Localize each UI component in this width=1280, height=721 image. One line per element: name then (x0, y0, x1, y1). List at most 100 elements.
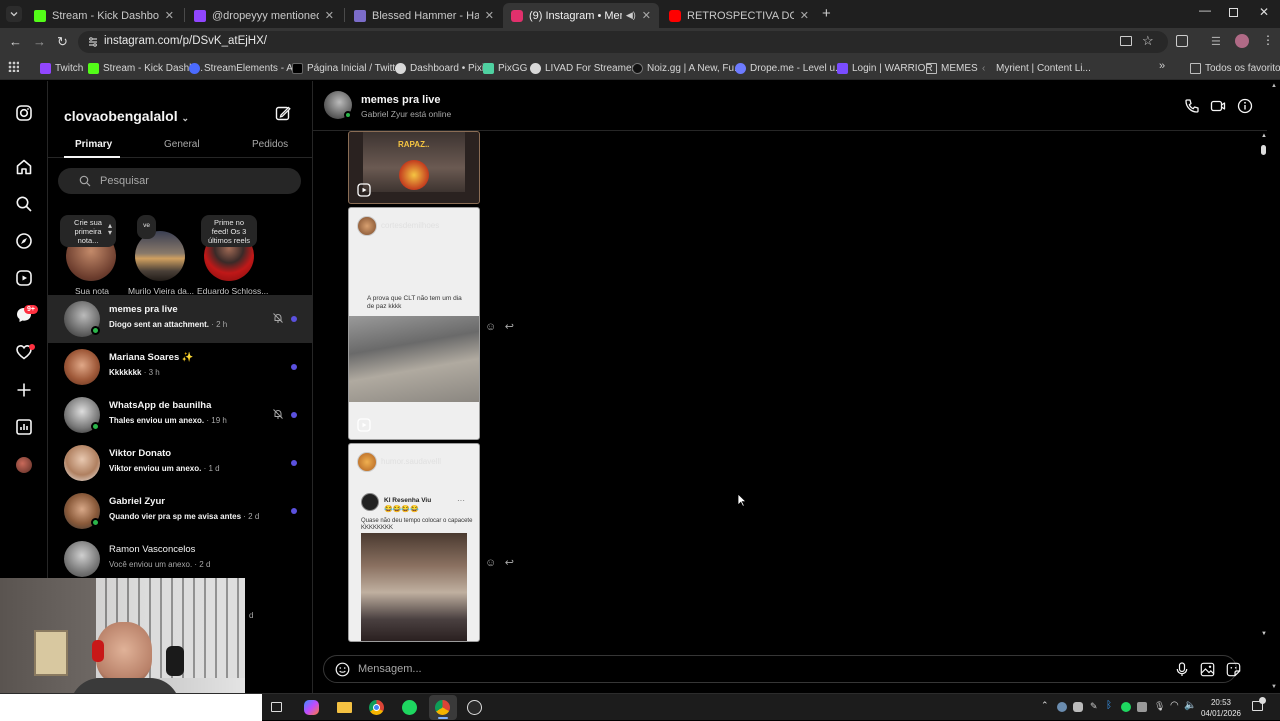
video-call-icon[interactable] (1210, 98, 1226, 114)
reply-icon[interactable]: ↩ (505, 321, 514, 333)
tab-instagram-active[interactable]: (9) Instagram • Mensagens ◀) ✕ (503, 3, 659, 28)
obs-icon[interactable] (467, 700, 482, 715)
menu-icon[interactable]: ⋮ (1262, 33, 1274, 47)
profile-avatar[interactable] (16, 457, 32, 473)
account-switcher[interactable]: clovaobengalalol ⌄ (64, 108, 189, 124)
close-tab-icon[interactable]: ✕ (485, 9, 494, 22)
conversation-gabriel-zyur[interactable]: Gabriel Zyur Quando vier pra sp me avisa… (48, 487, 313, 535)
extensions-icon[interactable] (1176, 35, 1188, 47)
dashboard-chart-icon[interactable] (15, 418, 33, 436)
message-input[interactable]: Mensagem... (323, 655, 1241, 683)
tab-youtube-retrospectiva[interactable]: RETROSPECTIVA DO FUTEBOL ✕ (661, 3, 817, 28)
forward-icon[interactable]: → (33, 34, 46, 49)
tray-wifi-icon[interactable]: ◠ (1170, 700, 1179, 711)
phone-icon[interactable] (1184, 98, 1200, 114)
tray-overflow-chevron-icon[interactable]: ⌃ (1041, 700, 1049, 711)
search-icon[interactable] (15, 195, 33, 213)
search-input[interactable]: Pesquisar (58, 168, 301, 194)
site-info-icon[interactable] (87, 36, 99, 48)
tab-twitch-mention[interactable]: @dropeyyy mentioned you ✕ (186, 3, 342, 28)
close-window-button[interactable]: ✕ (1259, 5, 1269, 19)
scroll-down-arrow-icon[interactable]: ▼ (1271, 684, 1277, 690)
page-scrollbar[interactable]: ▲ ▼ (1267, 81, 1280, 693)
tray-mic-icon[interactable]: 🎙 (1154, 701, 1165, 712)
tab-kick-dashboard[interactable]: Stream - Kick Dashboard ✕ (26, 3, 182, 28)
tab-blessed-hammer[interactable]: Blessed Hammer - Hammerkun ✕ (346, 3, 502, 28)
bookmark-pixie[interactable]: Dashboard • Pixie (395, 60, 490, 76)
home-icon[interactable] (15, 158, 33, 176)
scrollbar-thumb[interactable] (1271, 129, 1276, 669)
create-plus-icon[interactable] (15, 381, 33, 399)
close-tab-icon[interactable]: ✕ (800, 9, 809, 22)
bookmark-twitter[interactable]: Página Inicial / Twitter (292, 60, 404, 76)
bookmark-warrior[interactable]: Login | WARRIOR (837, 60, 933, 76)
more-bookmarks-chevron-icon[interactable]: » (1159, 60, 1165, 72)
tray-app-icon[interactable] (1137, 702, 1147, 712)
tray-steam-icon[interactable] (1057, 702, 1067, 712)
sticker-icon[interactable] (1226, 662, 1241, 677)
bookmark-star-icon[interactable]: ☆ (1142, 33, 1154, 49)
tray-spotify-icon[interactable] (1121, 702, 1131, 712)
react-emoji-icon[interactable]: ☺ (485, 557, 496, 569)
bookmark-livad[interactable]: LIVAD For Streamer... (530, 60, 643, 76)
bookmark-pixgg[interactable]: PixGG (483, 60, 527, 76)
close-tab-icon[interactable]: ✕ (642, 9, 651, 22)
system-clock[interactable]: 20:53 04/01/2026 (1199, 697, 1243, 719)
chat-scroll-up-icon[interactable]: ▲ (1261, 133, 1267, 139)
conversation-mariana-soares[interactable]: Mariana Soares ✨ Kkkkkkk · 3 h (48, 343, 313, 391)
conversation-memes-pra-live[interactable]: memes pra live Diogo sent an attachment.… (48, 295, 313, 343)
chat-title[interactable]: memes pra live (361, 94, 441, 106)
bookmark-streamelements[interactable]: StreamElements - A... (189, 60, 301, 76)
shared-post-cortesdemilhoes[interactable]: cortesdemilhoes A prova que CLT não tem … (348, 207, 480, 440)
conversation-viktor-donato[interactable]: Viktor Donato Viktor enviou um anexo. · … (48, 439, 313, 487)
tray-pen-icon[interactable]: ✎ (1090, 701, 1098, 712)
address-bar[interactable]: instagram.com/p/DSvK_atEjHX/ ☆ (78, 31, 1168, 53)
shared-post-humor-saudavel[interactable]: humor.saudavelll Kl Resenha Viu 😂😂😂😂 ···… (348, 443, 480, 642)
tray-discord-icon[interactable] (1073, 702, 1083, 712)
apps-grid-icon[interactable] (8, 61, 19, 72)
chat-scroll-down-icon[interactable]: ▼ (1261, 631, 1267, 637)
instagram-logo-icon[interactable] (15, 104, 33, 122)
close-tab-icon[interactable]: ✕ (165, 9, 174, 22)
new-message-icon[interactable] (275, 105, 291, 121)
bookmark-drope[interactable]: Drope.me - Level u... (735, 60, 843, 76)
emoji-icon[interactable] (335, 662, 350, 677)
all-bookmarks-folder[interactable]: Todos os favoritos (1190, 60, 1280, 76)
bookmark-myrient[interactable]: ‹ Myrient | Content Li... (982, 60, 1091, 76)
react-emoji-icon[interactable]: ☺ (485, 321, 496, 333)
speaker-icon[interactable]: ◀) (626, 10, 636, 21)
restore-button[interactable] (1229, 8, 1238, 17)
note-bubble[interactable]: ve (137, 215, 156, 239)
tray-bluetooth-icon[interactable]: ᛒ (1106, 700, 1112, 711)
tab-requests[interactable]: Pedidos (252, 139, 288, 150)
task-view-icon[interactable] (271, 702, 282, 712)
new-tab-button[interactable]: + (822, 5, 831, 22)
bookmark-folder-memes[interactable]: MEMES (926, 60, 978, 76)
tray-volume-icon[interactable]: 🔈 (1184, 700, 1196, 711)
bookmark-noiz[interactable]: Noiz.gg | A New, Fu... (632, 60, 742, 76)
back-icon[interactable]: ← (9, 34, 22, 49)
close-tab-icon[interactable]: ✕ (325, 9, 334, 22)
microphone-icon[interactable] (1175, 662, 1189, 677)
file-explorer-icon[interactable] (337, 702, 352, 713)
conversation-ramon-vasconcelos[interactable]: Ramon Vasconcelos Você enviou um anexo. … (48, 535, 313, 583)
reading-list-icon[interactable]: ☰ (1211, 35, 1221, 48)
spotify-icon[interactable] (402, 700, 417, 715)
chrome-active-icon[interactable] (429, 695, 457, 720)
chat-scrollbar-thumb[interactable] (1261, 145, 1266, 155)
tab-search-button[interactable] (6, 6, 22, 22)
chrome-icon[interactable] (369, 700, 384, 715)
conversation-whatsapp-de-baunilha[interactable]: WhatsApp de baunilha Thales enviou um an… (48, 391, 313, 439)
profile-avatar[interactable] (1235, 34, 1249, 48)
scroll-up-arrow-icon[interactable]: ▲ (1271, 83, 1277, 89)
install-app-icon[interactable] (1120, 36, 1132, 46)
note-bubble[interactable]: Prime no feed! Os 3 últimos reels (201, 215, 257, 247)
explore-compass-icon[interactable] (15, 232, 33, 250)
copilot-icon[interactable] (304, 700, 319, 715)
reload-icon[interactable]: ↻ (57, 34, 68, 50)
bookmark-twitch[interactable]: Twitch (40, 60, 83, 76)
bookmark-kick[interactable]: Stream - Kick Dashb... (88, 60, 203, 76)
reels-icon[interactable] (15, 269, 33, 287)
image-icon[interactable] (1200, 662, 1215, 677)
info-icon[interactable] (1237, 98, 1253, 114)
